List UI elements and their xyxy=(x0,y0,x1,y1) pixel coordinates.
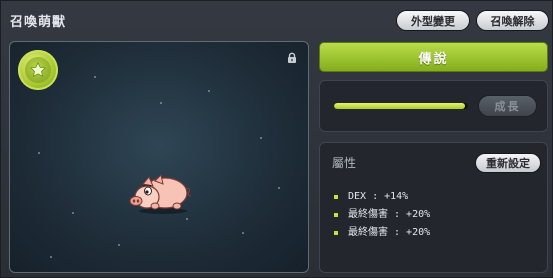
attribute-item: 最終傷害 : +20% xyxy=(334,206,430,224)
pet-display-area xyxy=(9,41,309,273)
attributes-title: 屬性 xyxy=(332,156,357,170)
legend-rank-button[interactable]: 傳說 xyxy=(319,42,548,72)
growth-panel: 成長 xyxy=(319,80,548,132)
attribute-item: 最終傷害 : +20% xyxy=(334,224,430,242)
reset-attributes-button[interactable]: 重新設定 xyxy=(475,153,541,173)
attribute-item: DEX : +14% xyxy=(334,188,430,206)
pig-pet xyxy=(129,174,192,214)
attribute-list: DEX : +14% 最終傷害 : +20% 最終傷害 : +20% xyxy=(334,188,430,242)
summon-release-button[interactable]: 召喚解除 xyxy=(476,10,549,31)
growth-button[interactable]: 成長 xyxy=(478,95,537,117)
lock-icon[interactable] xyxy=(286,52,298,64)
attributes-panel: 屬性 重新設定 DEX : +14% 最終傷害 : +20% 最終傷害 : +2… xyxy=(319,142,548,273)
window-title: 召喚萌獸 xyxy=(10,15,67,30)
growth-progress-fill xyxy=(334,103,466,109)
growth-progress-bar xyxy=(334,103,468,109)
summon-pet-window: 召喚萌獸 外型變更 召喚解除 傳說 成長 屬性 重新設定 DEX: +14% … xyxy=(0,0,553,278)
star-icon[interactable] xyxy=(18,50,58,90)
appearance-change-button[interactable]: 外型變更 xyxy=(396,10,470,31)
